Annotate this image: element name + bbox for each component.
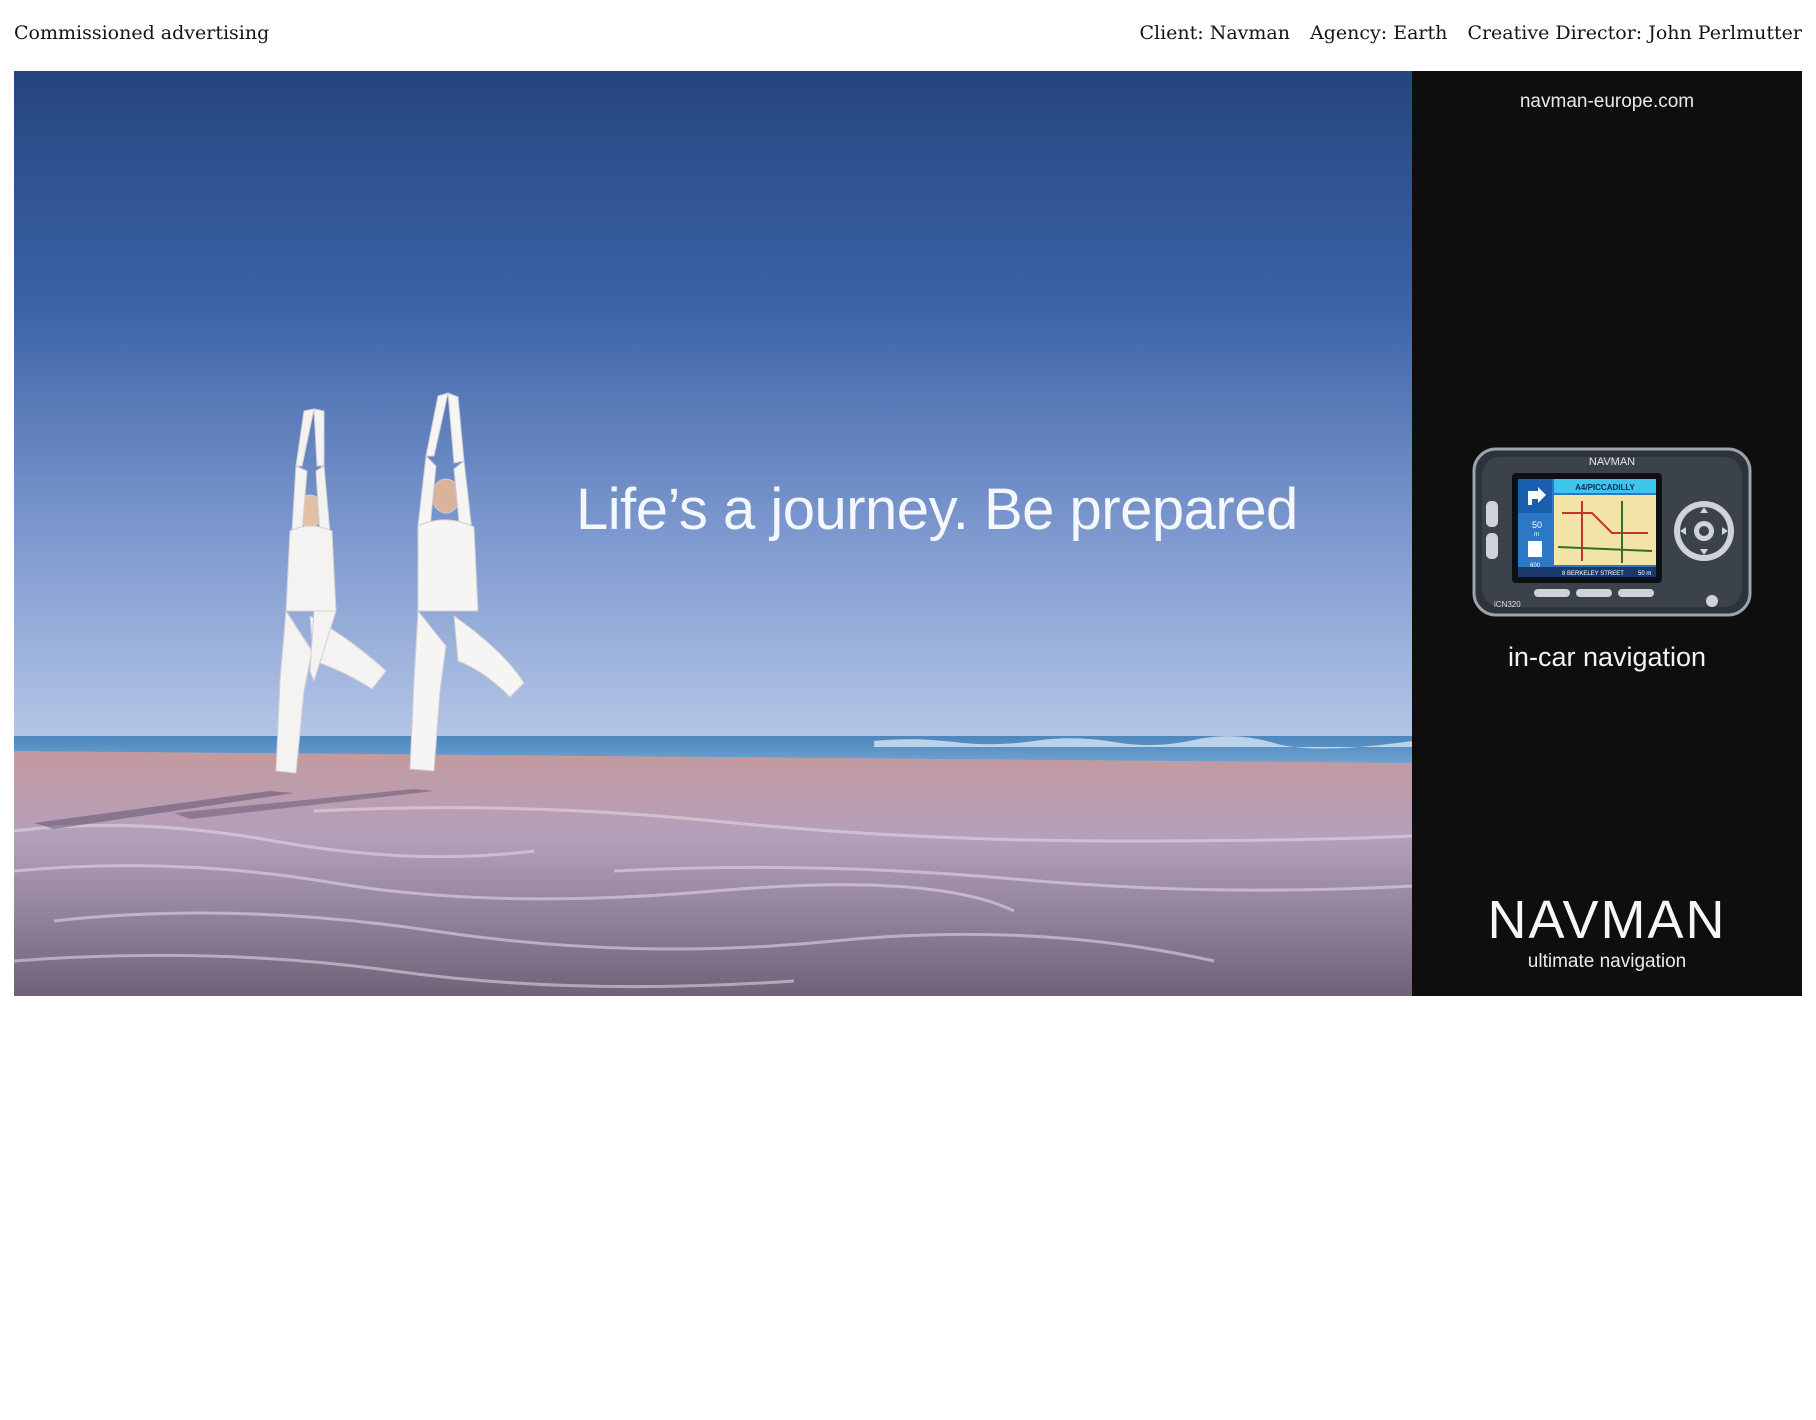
section-label: Commissioned advertising <box>14 22 270 44</box>
client-credit: Client: Navman <box>1139 22 1290 44</box>
device-brand: NAVMAN <box>1589 456 1635 468</box>
device-distance: 50 <box>1532 520 1542 530</box>
device-model: iCN320 <box>1494 600 1521 609</box>
beach-photo: Life’s a journey. Be prepared <box>14 71 1412 996</box>
agency-credit: Agency: Earth <box>1310 22 1448 44</box>
device-distance-unit: m <box>1534 532 1539 538</box>
brand-logo: NAVMAN <box>1487 890 1727 950</box>
device-street: A4/PICCADILLY <box>1575 483 1635 492</box>
advertisement: Life’s a journey. Be prepared navman-eur… <box>14 71 1802 996</box>
gps-device-icon: NAVMAN A4/PICCADILLY 50 m 600 8 BERKELEY… <box>1472 447 1752 617</box>
device-bottom-distance: 50 m <box>1638 571 1651 577</box>
page-header: Commissioned advertising Client: Navman … <box>14 18 1802 52</box>
tagline: Life’s a journey. Be prepared <box>576 477 1298 542</box>
brand-panel: navman-europe.com NAVMAN A4/PICCADILLY 5… <box>1412 71 1802 996</box>
brand-slogan: ultimate navigation <box>1527 951 1687 972</box>
device-bottom-street: 8 BERKELEY STREET <box>1562 571 1624 577</box>
creative-director-credit: Creative Director: John Perlmutter <box>1467 22 1802 44</box>
product-subtitle: in-car navigation <box>1507 642 1707 672</box>
website-url: navman-europe.com <box>1519 91 1695 112</box>
credits: Client: Navman Agency: Earth Creative Di… <box>1125 22 1802 44</box>
